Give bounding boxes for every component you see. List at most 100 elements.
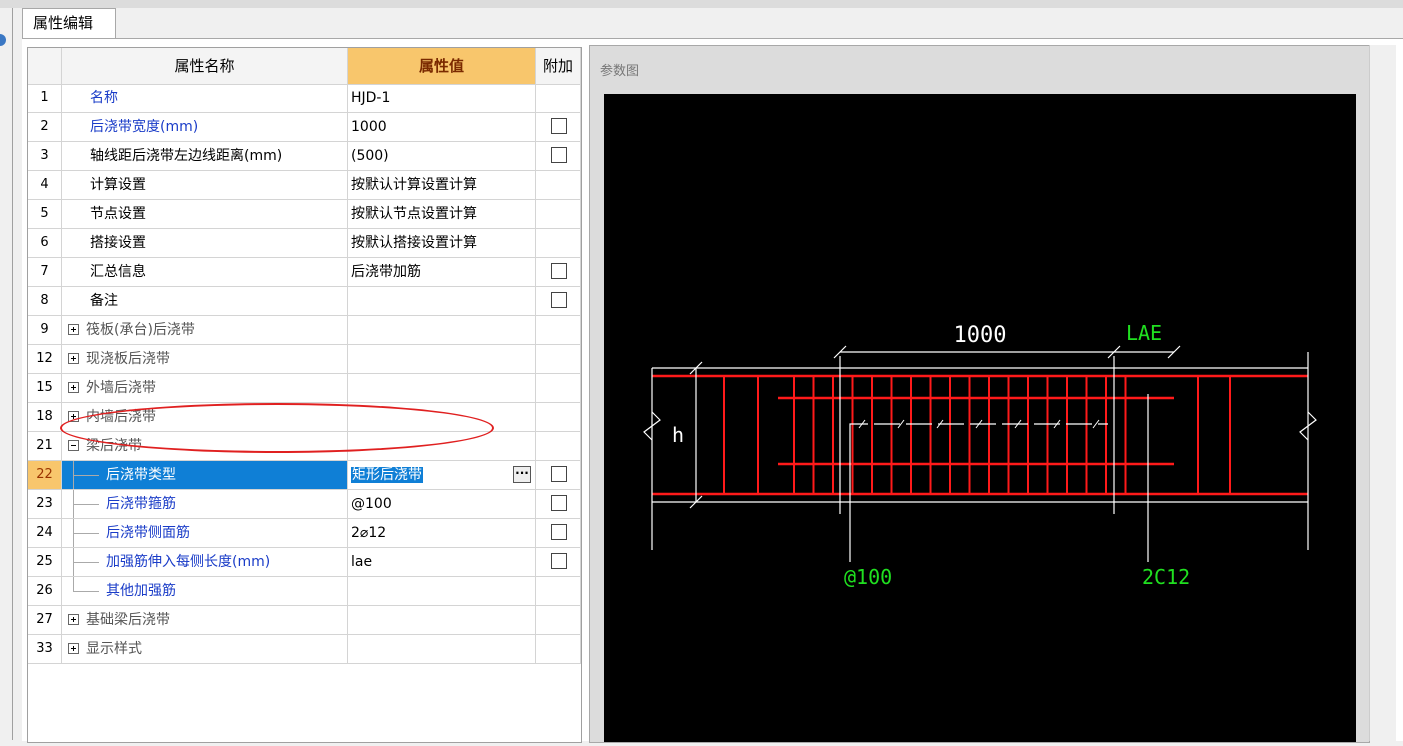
table-row[interactable]: 2 后浇带宽度(mm) 1000 <box>28 113 581 142</box>
table-row[interactable]: 33 显示样式 <box>28 635 581 664</box>
property-value[interactable] <box>348 374 536 402</box>
property-value[interactable] <box>348 432 536 460</box>
extra-cell <box>536 635 581 663</box>
property-name[interactable]: 后浇带箍筋 <box>62 490 348 518</box>
property-name[interactable]: 后浇带宽度(mm) <box>62 113 348 141</box>
expand-icon[interactable] <box>68 382 79 393</box>
property-name[interactable]: 备注 <box>62 287 348 315</box>
extra-checkbox[interactable] <box>551 466 567 482</box>
expand-icon[interactable] <box>68 324 79 335</box>
property-name[interactable]: 筏板(承台)后浇带 <box>62 316 348 344</box>
property-value[interactable]: @100 <box>348 490 536 518</box>
extra-checkbox[interactable] <box>551 292 567 308</box>
property-name[interactable]: 其他加强筋 <box>62 577 348 605</box>
property-value[interactable] <box>348 606 536 634</box>
expand-icon[interactable] <box>68 643 79 654</box>
stirrup-label: @100 <box>844 565 892 589</box>
table-row[interactable]: 24 后浇带侧面筋 2⌀12 <box>28 519 581 548</box>
property-name-label: 后浇带类型 <box>106 467 176 483</box>
property-value[interactable] <box>348 287 536 315</box>
property-name[interactable]: 外墙后浇带 <box>62 374 348 402</box>
row-number: 27 <box>28 606 62 634</box>
extra-cell <box>536 200 581 228</box>
property-value[interactable] <box>348 316 536 344</box>
table-row[interactable]: 22 后浇带类型 矩形后浇带 ··· <box>28 461 581 490</box>
row-number: 3 <box>28 142 62 170</box>
property-value[interactable] <box>348 345 536 373</box>
table-row[interactable]: 15 外墙后浇带 <box>28 374 581 403</box>
property-value[interactable]: 1000 <box>348 113 536 141</box>
property-value[interactable] <box>348 635 536 663</box>
property-value[interactable]: (500) <box>348 142 536 170</box>
property-name-label: 节点设置 <box>90 206 146 222</box>
property-name-label: 其他加强筋 <box>106 583 176 599</box>
property-name-label: 筏板(承台)后浇带 <box>86 322 195 338</box>
expand-icon[interactable] <box>68 411 79 422</box>
extra-checkbox[interactable] <box>551 553 567 569</box>
table-row[interactable]: 23 后浇带箍筋 @100 <box>28 490 581 519</box>
tab-property-editor[interactable]: 属性编辑 <box>22 8 116 39</box>
property-value[interactable]: 后浇带加筋 <box>348 258 536 286</box>
property-name[interactable]: 梁后浇带 <box>62 432 348 460</box>
property-name[interactable]: 轴线距后浇带左边线距离(mm) <box>62 142 348 170</box>
property-value[interactable]: 按默认节点设置计算 <box>348 200 536 228</box>
diagram-canvas: 1000 LAE h @100 2C12 <box>604 94 1356 742</box>
property-value[interactable]: 按默认计算设置计算 <box>348 171 536 199</box>
property-name[interactable]: 计算设置 <box>62 171 348 199</box>
property-name-label: 名称 <box>90 90 118 106</box>
property-name[interactable]: 搭接设置 <box>62 229 348 257</box>
left-collapsed-pane[interactable] <box>0 8 13 740</box>
table-row[interactable]: 12 现浇板后浇带 <box>28 345 581 374</box>
table-row[interactable]: 5 节点设置 按默认节点设置计算 <box>28 200 581 229</box>
property-name[interactable]: 现浇板后浇带 <box>62 345 348 373</box>
table-row[interactable]: 6 搭接设置 按默认搭接设置计算 <box>28 229 581 258</box>
extra-checkbox[interactable] <box>551 263 567 279</box>
property-value[interactable] <box>348 577 536 605</box>
row-number: 7 <box>28 258 62 286</box>
property-name[interactable]: 后浇带类型 <box>62 461 348 489</box>
extra-checkbox[interactable] <box>551 118 567 134</box>
header-value[interactable]: 属性值 <box>348 48 536 84</box>
expand-icon[interactable] <box>68 353 79 364</box>
table-row[interactable]: 1 名称 HJD-1 <box>28 84 581 113</box>
more-options-button[interactable]: ··· <box>513 466 531 483</box>
property-value[interactable]: 2⌀12 <box>348 519 536 547</box>
property-name[interactable]: 加强筋伸入每侧长度(mm) <box>62 548 348 576</box>
property-value-text: @100 <box>351 496 392 512</box>
table-row[interactable]: 18 内墙后浇带 <box>28 403 581 432</box>
property-value[interactable] <box>348 403 536 431</box>
extra-cell <box>536 577 581 605</box>
property-name[interactable]: 显示样式 <box>62 635 348 663</box>
expand-icon[interactable] <box>68 614 79 625</box>
property-value[interactable]: HJD-1 <box>348 84 536 112</box>
extra-checkbox[interactable] <box>551 147 567 163</box>
property-name[interactable]: 后浇带侧面筋 <box>62 519 348 547</box>
table-row[interactable]: 27 基础梁后浇带 <box>28 606 581 635</box>
row-number: 24 <box>28 519 62 547</box>
property-name[interactable]: 名称 <box>62 84 348 112</box>
table-row[interactable]: 25 加强筋伸入每侧长度(mm) lae <box>28 548 581 577</box>
row-number: 5 <box>28 200 62 228</box>
table-row[interactable]: 8 备注 <box>28 287 581 316</box>
property-name[interactable]: 节点设置 <box>62 200 348 228</box>
stirrup-leader <box>849 423 1108 432</box>
extra-checkbox[interactable] <box>551 495 567 511</box>
property-name[interactable]: 基础梁后浇带 <box>62 606 348 634</box>
header-name[interactable]: 属性名称 <box>62 48 348 84</box>
table-row[interactable]: 7 汇总信息 后浇带加筋 <box>28 258 581 287</box>
table-row[interactable]: 21 梁后浇带 <box>28 432 581 461</box>
table-row[interactable]: 9 筏板(承台)后浇带 <box>28 316 581 345</box>
property-name[interactable]: 汇总信息 <box>62 258 348 286</box>
table-row[interactable]: 3 轴线距后浇带左边线距离(mm) (500) <box>28 142 581 171</box>
table-row[interactable]: 26 其他加强筋 <box>28 577 581 606</box>
header-extra[interactable]: 附加 <box>536 48 581 84</box>
right-scroll-area[interactable] <box>1369 45 1396 741</box>
property-value[interactable]: lae <box>348 548 536 576</box>
property-name[interactable]: 内墙后浇带 <box>62 403 348 431</box>
table-row[interactable]: 4 计算设置 按默认计算设置计算 <box>28 171 581 200</box>
property-value[interactable]: 矩形后浇带 ··· <box>348 461 536 489</box>
property-editor-panel: 属性名称 属性值 附加 1 名称 HJD-1 2 后浇带宽度(mm) 1000 3 轴线距后浇… <box>22 38 1403 743</box>
property-value[interactable]: 按默认搭接设置计算 <box>348 229 536 257</box>
collapse-icon[interactable] <box>68 440 79 451</box>
extra-checkbox[interactable] <box>551 524 567 540</box>
